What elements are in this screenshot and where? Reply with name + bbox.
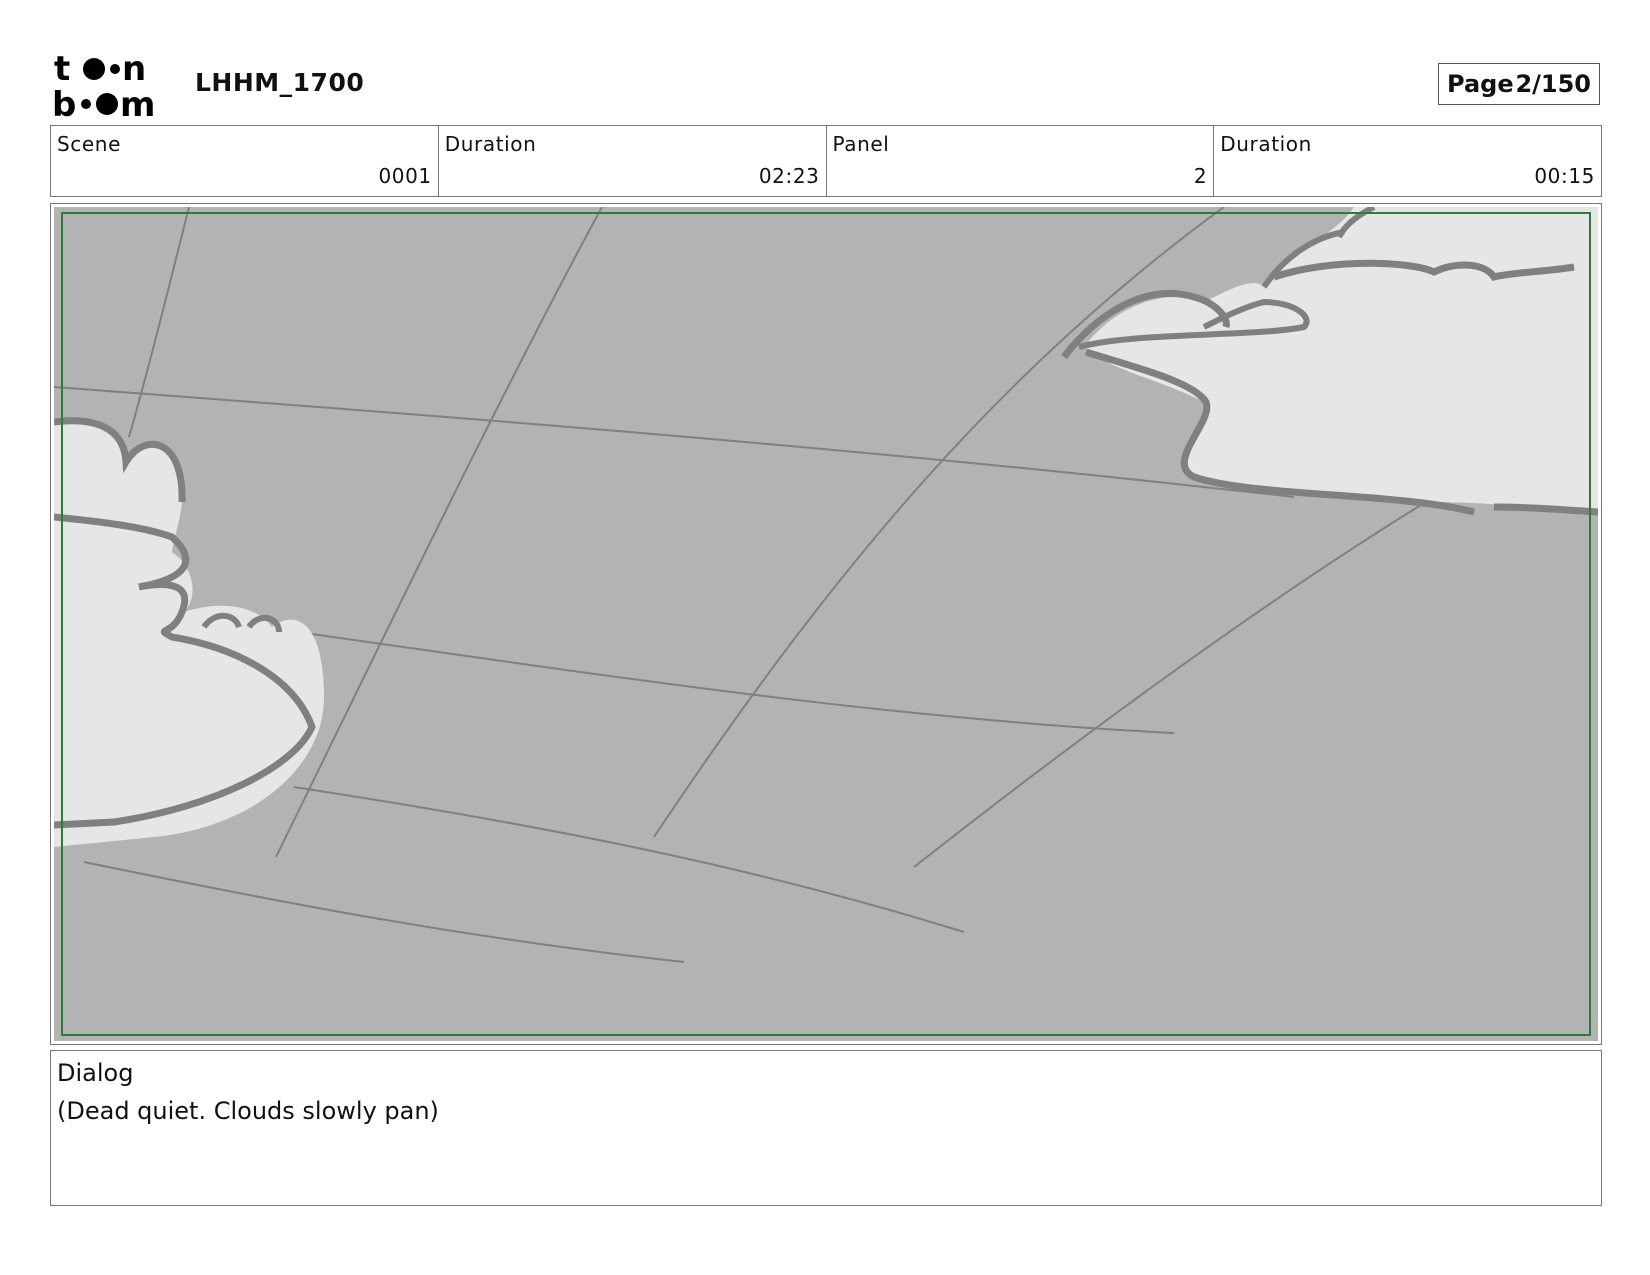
panel-duration-value: 00:15	[1534, 164, 1595, 188]
scene-info-table: Scene 0001 Duration 02:23 Panel 2 Durati…	[50, 125, 1602, 197]
panel-value: 2	[1193, 164, 1208, 188]
scene-duration-label: Duration	[444, 132, 537, 156]
scene-cell: Scene 0001	[51, 126, 439, 196]
svg-text:t: t	[54, 50, 70, 89]
scene-value: 0001	[378, 164, 432, 188]
dialog-label: Dialog	[57, 1059, 134, 1087]
scene-duration-cell: Duration 02:23	[439, 126, 827, 196]
scene-label: Scene	[57, 132, 121, 156]
panel-sketch	[54, 207, 1598, 1041]
svg-text:b: b	[52, 85, 76, 120]
panel-cell: Panel 2	[827, 126, 1215, 196]
project-title: LHHM_1700	[195, 68, 365, 97]
scene-duration-value: 02:23	[758, 164, 820, 188]
panel-label: Panel	[832, 132, 890, 156]
logo-graphic: t n b m	[52, 49, 155, 125]
page-indicator: Page 2/150	[1438, 63, 1600, 105]
toon-boom-logo: t n b m	[52, 49, 172, 125]
page-number: 2/150	[1515, 70, 1591, 98]
dialog-text: (Dead quiet. Clouds slowly pan)	[57, 1097, 439, 1125]
panel-duration-cell: Duration 00:15	[1214, 126, 1601, 196]
svg-text:m: m	[120, 85, 155, 120]
dialog-box: Dialog (Dead quiet. Clouds slowly pan)	[50, 1050, 1602, 1206]
svg-text:n: n	[122, 50, 146, 89]
storyboard-panel	[50, 203, 1602, 1045]
page-label: Page	[1447, 70, 1514, 98]
panel-duration-label: Duration	[1220, 132, 1312, 156]
